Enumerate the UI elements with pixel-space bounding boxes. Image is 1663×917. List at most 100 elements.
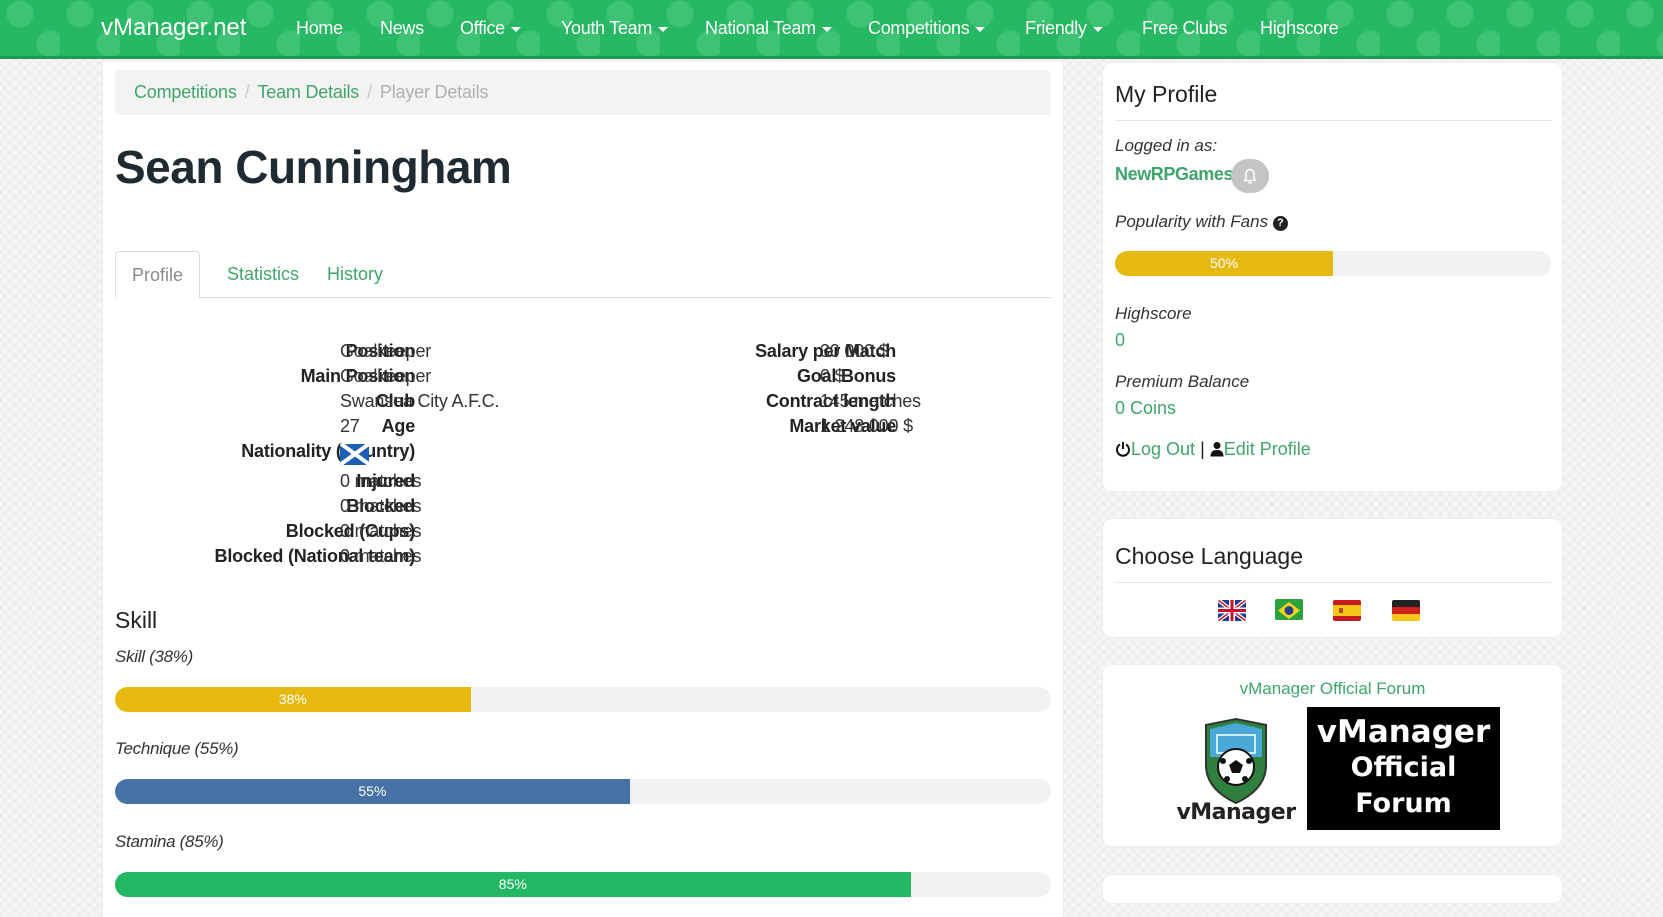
nav-friendly[interactable]: Friendly xyxy=(1025,18,1103,39)
nav-news-label: News xyxy=(380,18,424,38)
divider xyxy=(1115,120,1551,121)
nav-competitions-label: Competitions xyxy=(868,18,970,38)
detail-value-age: 27 xyxy=(340,416,360,436)
detail-row-age: Age xyxy=(115,416,416,441)
technique-progress-fill: 55% xyxy=(115,779,630,804)
popularity-progress-bar: 50% xyxy=(1115,251,1551,276)
highscore-value[interactable]: 0 xyxy=(1115,330,1125,351)
brand-logo-link[interactable]: vManager.net xyxy=(101,14,246,42)
nav-office-label: Office xyxy=(460,18,505,38)
top-navbar: vManager.net Home News Office Youth Team… xyxy=(0,0,1663,59)
forum-banner[interactable]: vManager Official Forum xyxy=(1307,707,1500,830)
detail-value-contract: 145 matches xyxy=(820,391,921,411)
uk-flag-icon[interactable] xyxy=(1218,600,1246,621)
caret-down-icon xyxy=(510,26,521,32)
detail-row-goal-bonus: Goal Bonus xyxy=(603,366,896,391)
edit-profile-link[interactable]: Edit Profile xyxy=(1224,439,1311,459)
forum-card: vManager Official Forum vManager vManage… xyxy=(1102,664,1563,847)
popularity-progress-fill: 50% xyxy=(1115,251,1333,276)
spain-flag-icon[interactable] xyxy=(1333,600,1361,621)
caret-down-icon xyxy=(1092,26,1103,32)
power-icon xyxy=(1116,442,1130,457)
forum-link[interactable]: vManager Official Forum xyxy=(1103,679,1562,699)
nav-highscore[interactable]: Highscore xyxy=(1260,18,1339,39)
nav-national-team[interactable]: National Team xyxy=(705,18,832,39)
caret-down-icon xyxy=(658,26,669,32)
skill-section-title: Skill xyxy=(115,607,158,633)
username-link[interactable]: NewRPGames xyxy=(1115,164,1233,185)
breadcrumb-team-details[interactable]: Team Details xyxy=(257,82,359,102)
detail-value-salary: 30 000 $ xyxy=(820,341,889,361)
breadcrumb-player-details: Player Details xyxy=(379,82,489,102)
nav-national-team-label: National Team xyxy=(705,18,816,38)
divider xyxy=(1115,582,1551,583)
question-circle-icon[interactable]: ? xyxy=(1272,216,1288,231)
user-icon xyxy=(1210,442,1224,457)
detail-value-goal-bonus: 0 $ xyxy=(820,366,845,386)
nav-free-clubs-label: Free Clubs xyxy=(1142,18,1228,38)
nav-home[interactable]: Home xyxy=(296,18,343,39)
my-profile-card: My Profile Logged in as: NewRPGames Popu… xyxy=(1102,62,1563,492)
popularity-label-text: Popularity with Fans xyxy=(1115,212,1269,231)
brazil-flag-icon[interactable] xyxy=(1275,599,1303,620)
actions-separator: | xyxy=(1200,439,1205,459)
notifications-button[interactable] xyxy=(1231,159,1269,193)
technique-progress-bar: 55% xyxy=(115,779,1051,804)
vmanager-logo[interactable]: vManager xyxy=(1173,717,1299,827)
skill-progress-fill: 38% xyxy=(115,687,471,712)
nav-youth-team-label: Youth Team xyxy=(561,18,653,38)
logout-link[interactable]: Log Out xyxy=(1131,439,1195,459)
my-profile-title: My Profile xyxy=(1115,81,1218,107)
detail-value-blocked: 0 matches xyxy=(340,496,422,516)
detail-value-market-value: 1 248 000 $ xyxy=(820,416,913,436)
breadcrumb-competitions[interactable]: Competitions xyxy=(134,82,237,102)
nav-youth-team[interactable]: Youth Team xyxy=(561,18,669,39)
nav-free-clubs[interactable]: Free Clubs xyxy=(1142,18,1227,39)
highscore-label: Highscore xyxy=(1115,304,1192,323)
breadcrumb-separator: / xyxy=(244,82,250,102)
detail-value-blocked-cups: 0 matches xyxy=(340,521,422,541)
stamina-bar-label: Stamina (85%) xyxy=(115,832,224,851)
language-title: Choose Language xyxy=(1115,543,1303,569)
germany-flag-icon[interactable] xyxy=(1392,600,1420,621)
club-link[interactable]: Swansea City A.F.C. xyxy=(340,391,499,412)
popularity-label: Popularity with Fans ? xyxy=(1115,212,1288,232)
scotland-flag-icon xyxy=(340,444,369,470)
detail-value-injured: 0 matches xyxy=(340,471,422,491)
forum-banner-line: Official xyxy=(1350,752,1457,783)
stamina-progress-fill: 85% xyxy=(115,872,911,897)
premium-balance-value[interactable]: 0 Coins xyxy=(1115,398,1176,419)
skill-progress-bar: 38% xyxy=(115,687,1051,712)
forum-banner-line: Forum xyxy=(1355,788,1452,819)
detail-label: Age xyxy=(381,416,416,436)
detail-label: Nationality (Country) xyxy=(241,441,415,461)
skill-bar-label: Skill (38%) xyxy=(115,647,193,666)
detail-value-main-position: Goalkeeper xyxy=(340,366,432,386)
breadcrumb-separator: / xyxy=(367,82,372,102)
tab-history[interactable]: History xyxy=(311,251,399,298)
caret-down-icon xyxy=(975,26,986,32)
nav-competitions[interactable]: Competitions xyxy=(868,18,986,39)
caret-down-icon xyxy=(821,26,832,32)
technique-bar-label: Technique (55%) xyxy=(115,739,239,758)
profile-actions: Log Out | Edit Profile xyxy=(1115,439,1311,460)
nav-home-label: Home xyxy=(296,18,343,38)
stamina-progress-bar: 85% xyxy=(115,872,1051,897)
nav-office[interactable]: Office xyxy=(460,18,521,39)
profile-tabs: Profile Statistics History xyxy=(115,251,1051,299)
detail-label: Goal Bonus xyxy=(796,366,896,386)
detail-value-blocked-national: 0 matches xyxy=(340,546,422,566)
nav-news[interactable]: News xyxy=(380,18,424,39)
tab-statistics[interactable]: Statistics xyxy=(211,251,315,298)
vmanager-logo-text: vManager xyxy=(1176,800,1296,825)
detail-row-nationality: Nationality (Country) xyxy=(115,441,415,466)
nav-highscore-label: Highscore xyxy=(1260,18,1339,38)
sidebar-empty-card xyxy=(1102,874,1563,904)
player-details-card: Competitions / Team Details / Player Details… xyxy=(102,62,1064,917)
page-title: Sean Cunningham xyxy=(115,141,512,193)
tab-profile[interactable]: Profile xyxy=(115,251,201,299)
breadcrumb: Competitions / Team Details / Player Details xyxy=(115,70,1051,115)
logged-in-label: Logged in as: xyxy=(1115,136,1218,155)
language-card: Choose Language xyxy=(1102,518,1563,638)
nav-friendly-label: Friendly xyxy=(1025,18,1087,38)
